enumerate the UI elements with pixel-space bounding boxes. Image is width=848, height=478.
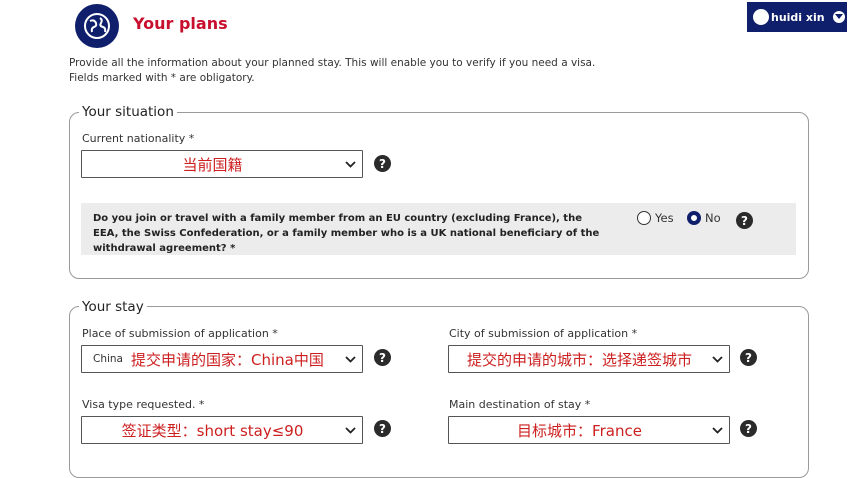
- radio-no-circle[interactable]: [687, 211, 701, 225]
- radio-yes[interactable]: Yes: [637, 211, 674, 225]
- radio-yes-label: Yes: [655, 211, 674, 225]
- place-select[interactable]: China 提交申请的国家：China中国: [81, 345, 363, 373]
- chevron-down-icon: [710, 426, 724, 434]
- stay-legend: Your stay: [79, 299, 147, 315]
- user-menu[interactable]: huidi xin: [747, 2, 847, 32]
- radio-no-label: No: [705, 211, 721, 225]
- help-icon[interactable]: ?: [374, 349, 391, 366]
- visa-label: Visa type requested. *: [82, 398, 205, 411]
- visa-type-select[interactable]: 签证类型：short stay≤90: [81, 416, 363, 444]
- radio-no[interactable]: No: [687, 211, 721, 225]
- nationality-value: 当前国籍: [182, 155, 243, 174]
- logo-globe: [75, 4, 119, 48]
- place-value: 提交申请的国家：China中国: [131, 350, 324, 369]
- nationality-select[interactable]: 当前国籍: [81, 150, 363, 178]
- avatar: [753, 9, 769, 25]
- destination-label: Main destination of stay *: [449, 398, 591, 411]
- user-name: huidi xin: [771, 10, 825, 24]
- help-icon[interactable]: ?: [736, 212, 753, 229]
- intro-text: Provide all the information about your p…: [69, 57, 596, 69]
- help-icon[interactable]: ?: [374, 420, 391, 437]
- chevron-down-icon: [343, 160, 357, 168]
- nationality-label: Current nationality *: [82, 132, 195, 145]
- family-question: Do you join or travel with a family memb…: [93, 213, 600, 254]
- destination-select[interactable]: 目标城市：France: [448, 416, 730, 444]
- visa-type-value: 签证类型：short stay≤90: [121, 421, 304, 440]
- city-label: City of submission of application *: [449, 327, 638, 340]
- place-label: Place of submission of application *: [82, 327, 278, 340]
- destination-value: 目标城市：France: [517, 421, 642, 440]
- help-icon[interactable]: ?: [740, 420, 757, 437]
- chevron-down-icon: [343, 355, 357, 363]
- obligatory-note: Fields marked with * are obligatory.: [69, 72, 255, 84]
- help-icon[interactable]: ?: [374, 155, 391, 172]
- page-title: Your plans: [133, 14, 228, 33]
- chevron-down-icon: [710, 355, 724, 363]
- chevron-down-icon[interactable]: [832, 11, 845, 23]
- chevron-down-icon: [343, 426, 357, 434]
- place-prefix: China: [93, 353, 123, 365]
- globe-icon: [84, 13, 110, 39]
- radio-yes-circle[interactable]: [637, 211, 651, 225]
- help-icon[interactable]: ?: [740, 349, 757, 366]
- city-value: 提交的申请的城市：选择递签城市: [466, 350, 692, 369]
- situation-legend: Your situation: [79, 104, 177, 120]
- city-select[interactable]: 提交的申请的城市：选择递签城市: [448, 345, 730, 373]
